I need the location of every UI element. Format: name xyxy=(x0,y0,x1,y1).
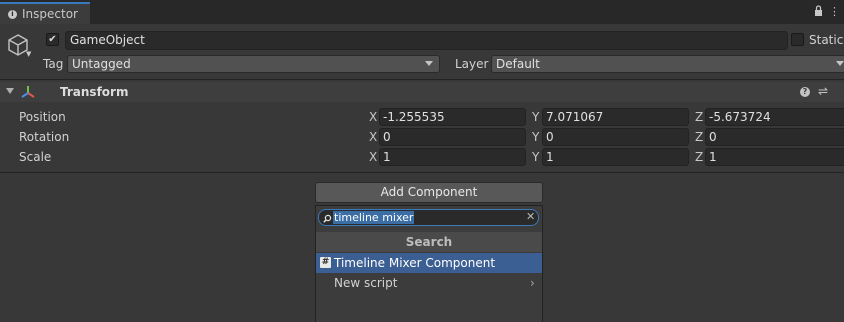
tab-controls: ⋮ xyxy=(814,5,840,19)
clear-icon[interactable]: ✕ xyxy=(526,210,535,224)
layer-value: Default xyxy=(496,57,540,71)
axis-y-label[interactable]: Y xyxy=(532,109,539,125)
axis-z-label[interactable]: Z xyxy=(695,149,703,165)
tag-dropdown[interactable]: Untagged xyxy=(67,55,440,73)
active-checkbox[interactable]: ✔ xyxy=(46,33,59,46)
layer-dropdown[interactable]: Default xyxy=(491,55,844,73)
tab-label: Inspector xyxy=(22,7,78,21)
transform-icon xyxy=(21,85,35,99)
foldout-arrow-icon[interactable] xyxy=(6,88,14,94)
scale-label: Scale xyxy=(19,150,52,164)
position-y-field[interactable]: 7.071067 xyxy=(542,108,689,126)
tag-label: Tag xyxy=(43,57,64,71)
settings-icon[interactable]: ⇌ xyxy=(818,84,828,98)
tab-bar xyxy=(0,0,844,24)
rotation-z-field[interactable]: 0 xyxy=(705,128,844,146)
axis-y-label[interactable]: Y xyxy=(532,129,539,145)
rotation-x-field[interactable]: 0 xyxy=(379,128,526,146)
divider xyxy=(0,79,844,80)
name-field[interactable]: GameObject xyxy=(65,31,788,50)
static-checkbox[interactable] xyxy=(791,33,804,46)
chevron-down-icon[interactable]: ▼ xyxy=(26,50,31,58)
scale-y-field[interactable]: 1 xyxy=(542,148,689,166)
search-value[interactable]: timeline mixer xyxy=(333,211,415,224)
scale-x-field[interactable]: 1 xyxy=(379,148,526,166)
axis-z-label[interactable]: Z xyxy=(695,109,703,125)
chevron-down-icon xyxy=(836,61,844,66)
add-component-button[interactable]: Add Component xyxy=(315,182,543,203)
axis-x-label[interactable]: X xyxy=(369,149,377,165)
chevron-down-icon xyxy=(425,61,433,66)
search-section-header: Search xyxy=(316,232,542,252)
chevron-right-icon: › xyxy=(530,276,535,290)
position-x-field[interactable]: -1.255535 xyxy=(379,108,526,126)
lock-icon[interactable] xyxy=(814,5,823,19)
scale-z-field[interactable]: 1 xyxy=(705,148,844,166)
tag-value: Untagged xyxy=(72,57,131,71)
static-label: Static xyxy=(809,33,844,47)
list-item-label[interactable]: Timeline Mixer Component xyxy=(334,255,495,271)
divider xyxy=(0,172,844,173)
script-icon: # xyxy=(320,257,331,268)
menu-icon[interactable]: ⋮ xyxy=(829,5,840,19)
transform-title: Transform xyxy=(60,85,129,99)
axis-z-label[interactable]: Z xyxy=(695,129,703,145)
position-z-field[interactable]: -5.673724 xyxy=(705,108,844,126)
info-icon: i xyxy=(8,9,17,19)
search-icon xyxy=(323,212,332,223)
layer-label: Layer xyxy=(455,57,489,71)
axis-x-label[interactable]: X xyxy=(369,129,377,145)
position-label: Position xyxy=(19,110,66,124)
list-item-new-script[interactable]: New script xyxy=(334,275,397,291)
axis-y-label[interactable]: Y xyxy=(532,149,539,165)
rotation-y-field[interactable]: 0 xyxy=(542,128,689,146)
help-icon[interactable]: ? xyxy=(800,87,810,97)
tab-inspector[interactable]: i Inspector xyxy=(0,2,90,24)
rotation-label: Rotation xyxy=(19,130,70,144)
axis-x-label[interactable]: X xyxy=(369,109,377,125)
